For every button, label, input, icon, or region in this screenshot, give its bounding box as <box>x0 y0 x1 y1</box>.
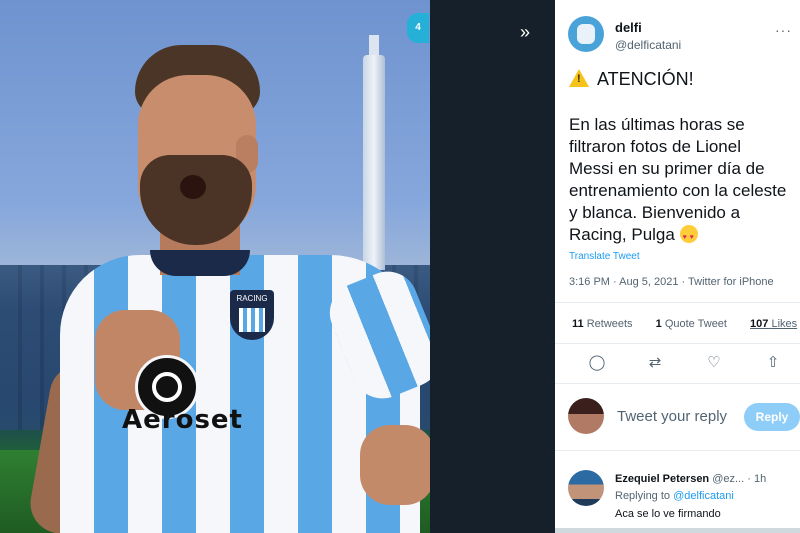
replying-to: Replying to @delficatani <box>615 490 734 502</box>
reply-icon[interactable]: ◯ <box>586 352 608 374</box>
divider <box>555 450 800 451</box>
warning-icon: ! <box>569 69 589 87</box>
club-crest: RACING <box>230 290 274 340</box>
reply-button[interactable]: Reply <box>744 403 800 431</box>
heart-eyes-emoji-icon <box>679 225 698 249</box>
retweets-stat[interactable]: 11 Retweets <box>572 318 643 330</box>
crest-stripes <box>239 308 265 332</box>
tweet-stats: 11 Retweets 1 Quote Tweet 107 Likes <box>572 318 800 330</box>
reply-author-avatar[interactable] <box>568 470 604 506</box>
share-icon[interactable]: ⇧ <box>762 352 784 374</box>
divider <box>555 343 800 344</box>
tweet-photo[interactable]: 4 RACING Aeroset <box>0 0 430 533</box>
crest-label: RACING <box>236 294 268 303</box>
tweet-actions: ◯ ⇄ ♡ ⇧ <box>555 352 800 374</box>
tweet-body: En las últimas horas se filtraron fotos … <box>569 114 799 249</box>
quotes-stat[interactable]: 1 Quote Tweet <box>656 318 737 330</box>
sponsor-text: Aeroset <box>122 405 243 435</box>
author-avatar[interactable] <box>568 16 604 52</box>
likes-stat[interactable]: 107 Likes <box>750 318 800 330</box>
next-reply-edge <box>555 528 800 533</box>
author-handle[interactable]: @delficatani <box>615 38 681 52</box>
corner-badge: 4 <box>407 13 429 43</box>
reply-handle-time: @ez... · 1h <box>712 473 767 485</box>
tweet-meta[interactable]: 3:16 PM · Aug 5, 2021 · Twitter for iPho… <box>569 276 774 288</box>
reply-input[interactable]: Tweet your reply <box>617 408 727 425</box>
collar <box>150 250 250 276</box>
dimmed-sidebar: » <box>430 0 555 533</box>
replying-to-link[interactable]: @delficatani <box>673 490 734 502</box>
reply-author-name: Ezequiel Petersen <box>615 473 710 485</box>
right-hand <box>360 425 430 505</box>
mouth <box>180 175 206 199</box>
reply-author[interactable]: Ezequiel Petersen @ez... · 1h <box>615 473 766 485</box>
tweet-headline: ! ATENCIÓN! <box>569 69 694 90</box>
translate-link[interactable]: Translate Tweet <box>569 251 640 262</box>
author-name[interactable]: delfi <box>615 20 642 35</box>
tweet-panel: delfi @delficatani ··· ! ATENCIÓN! En las… <box>555 0 800 533</box>
viewer-avatar <box>568 398 604 434</box>
divider <box>555 302 800 303</box>
more-icon[interactable]: ··· <box>775 22 792 38</box>
headline-text: ATENCIÓN! <box>597 69 694 89</box>
heart-icon[interactable]: ♡ <box>703 352 725 374</box>
reply-text: Aca se lo ve firmando <box>615 508 721 520</box>
retweet-icon[interactable]: ⇄ <box>644 352 666 374</box>
divider <box>555 383 800 384</box>
tweet-body-text: En las últimas horas se filtraron fotos … <box>569 115 787 244</box>
player-figure: RACING Aeroset <box>25 45 430 533</box>
expand-icon[interactable]: » <box>520 22 530 43</box>
